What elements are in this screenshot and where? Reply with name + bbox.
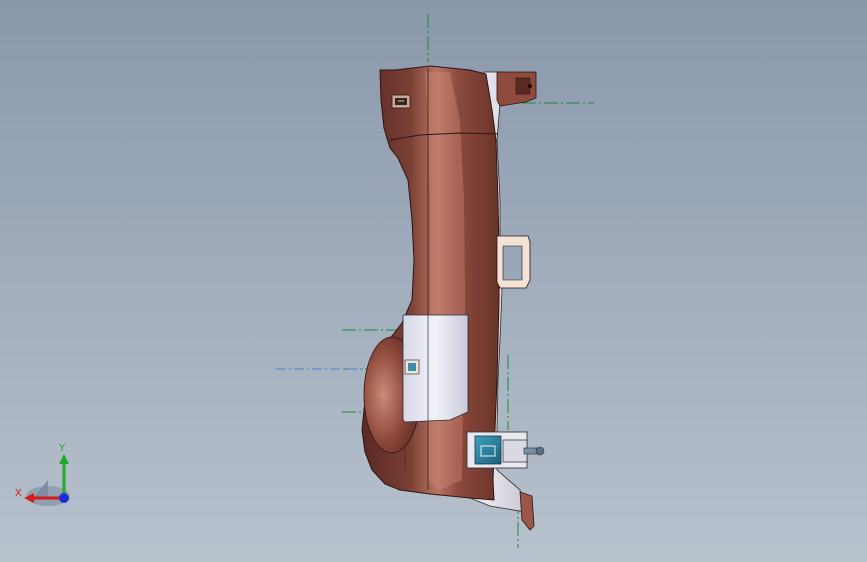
- triad-y-arrow: [59, 454, 69, 464]
- side-handle-bracket[interactable]: [496, 235, 531, 289]
- clip-blue-block: [474, 435, 502, 465]
- triad-x-label: X: [15, 488, 22, 499]
- cad-scene[interactable]: [0, 0, 867, 562]
- bottom-tab[interactable]: [519, 491, 535, 531]
- triad-y-label: Y: [58, 443, 66, 454]
- side-handle-inner: [502, 245, 523, 281]
- axis-triad: X Y: [15, 443, 70, 506]
- clip-screw-head: [535, 446, 545, 456]
- cad-3d-viewport[interactable]: X Y: [0, 0, 867, 562]
- triad-z-axis: [59, 493, 69, 503]
- top-right-bracket-slot: [515, 77, 531, 95]
- clip-arm: [502, 439, 528, 463]
- front-panel[interactable]: [402, 314, 469, 423]
- top-connector[interactable]: [391, 94, 411, 109]
- front-panel-latch-window: [408, 363, 416, 371]
- cad-part[interactable]: [361, 65, 545, 531]
- top-right-bracket-hole: [528, 84, 532, 88]
- lower-clip-assembly[interactable]: [466, 431, 545, 469]
